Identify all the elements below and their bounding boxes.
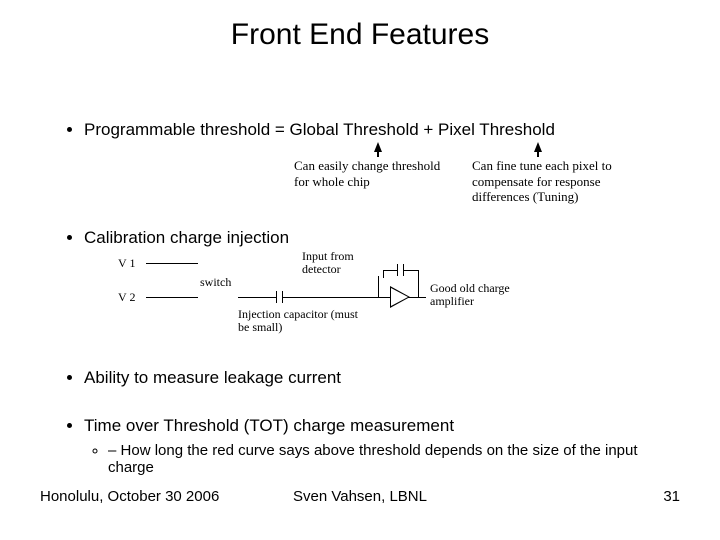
annotation-global: Can easily change threshold for whole ch… (294, 158, 454, 189)
amplifier-icon-fill (391, 288, 408, 306)
wire (418, 270, 419, 297)
bullet-tot: Time over Threshold (TOT) charge measure… (84, 416, 680, 476)
footer: Honolulu, October 30 2006 Sven Vahsen, L… (40, 488, 680, 524)
label-injection-capacitor: Injection capacitor (must be small) (238, 308, 358, 334)
wire (146, 263, 198, 264)
bullet-text: Time over Threshold (TOT) charge measure… (84, 416, 454, 435)
footer-center: Sven Vahsen, LBNL (40, 488, 680, 505)
arrow-stem (377, 151, 379, 157)
bullet-text: Ability to measure leakage current (84, 368, 341, 387)
wire (383, 270, 384, 278)
wire (383, 270, 397, 271)
circuit-diagram: V 1 V 2 switch Input from detector (108, 250, 588, 340)
annotation-row: Can easily change threshold for whole ch… (84, 146, 680, 200)
arrow-stem (537, 151, 539, 157)
slide: Front End Features Programmable threshol… (0, 0, 720, 540)
label-amplifier: Good old charge amplifier (430, 282, 540, 308)
capacitor-icon (397, 264, 398, 276)
label-v1: V 1 (118, 256, 135, 271)
wire (238, 297, 276, 298)
label-switch: switch (200, 275, 231, 290)
wire (378, 297, 390, 298)
sub-bullet-tot: – How long the red curve says above thre… (108, 442, 680, 476)
wire (378, 276, 379, 297)
bullet-text: Programmable threshold = Global Threshol… (84, 120, 555, 139)
bullet-programmable-threshold: Programmable threshold = Global Threshol… (84, 120, 680, 200)
wire (146, 297, 198, 298)
sub-bullet-text: How long the red curve says above thresh… (108, 442, 638, 476)
bullet-leakage: Ability to measure leakage current (84, 368, 680, 388)
label-input-detector: Input from detector (302, 250, 372, 276)
wire (283, 297, 378, 298)
capacitor-icon (276, 291, 277, 303)
annotation-pixel: Can fine tune each pixel to compensate f… (472, 158, 632, 205)
slide-body: Programmable threshold = Global Threshol… (60, 120, 680, 482)
bullet-text: Calibration charge injection (84, 228, 289, 247)
bullet-calibration: Calibration charge injection V 1 V 2 swi… (84, 228, 680, 340)
slide-title: Front End Features (0, 18, 720, 52)
wire (408, 297, 426, 298)
label-v2: V 2 (118, 290, 135, 305)
footer-page-number: 31 (663, 488, 680, 505)
wire (404, 270, 418, 271)
